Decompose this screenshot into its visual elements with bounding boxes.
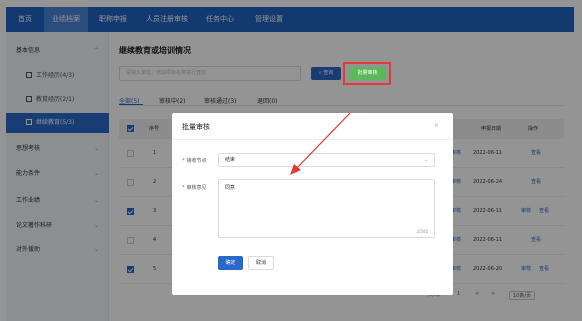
- required-mark: *: [182, 158, 185, 164]
- dialog-divider: [172, 139, 453, 140]
- review-opinion-label-text: 审核意见: [186, 185, 207, 191]
- dialog-title: 批量审核: [182, 123, 210, 131]
- receiving-node-label-text: 接收节点: [186, 158, 207, 164]
- review-opinion-textarea[interactable]: 同意 2/500: [218, 179, 435, 238]
- receiving-node-value: 结束: [225, 157, 236, 163]
- highlight-box: [343, 62, 391, 85]
- review-opinion-label: * 审核意见: [182, 184, 207, 191]
- required-mark: *: [182, 185, 185, 191]
- receiving-node-select[interactable]: 结束 ⌄: [218, 153, 435, 167]
- chevron-down-icon: ⌄: [423, 157, 428, 163]
- close-icon[interactable]: ×: [434, 122, 439, 129]
- character-counter: 2/500: [416, 229, 428, 234]
- confirm-button[interactable]: 确定: [218, 256, 243, 270]
- cancel-button[interactable]: 取消: [248, 256, 274, 270]
- batch-review-dialog: 批量审核 × * 接收节点 结束 ⌄ * 审核意见 同意 2/500 确定 取消: [172, 113, 453, 295]
- review-opinion-value: 同意: [225, 185, 236, 191]
- receiving-node-label: * 接收节点: [182, 157, 207, 164]
